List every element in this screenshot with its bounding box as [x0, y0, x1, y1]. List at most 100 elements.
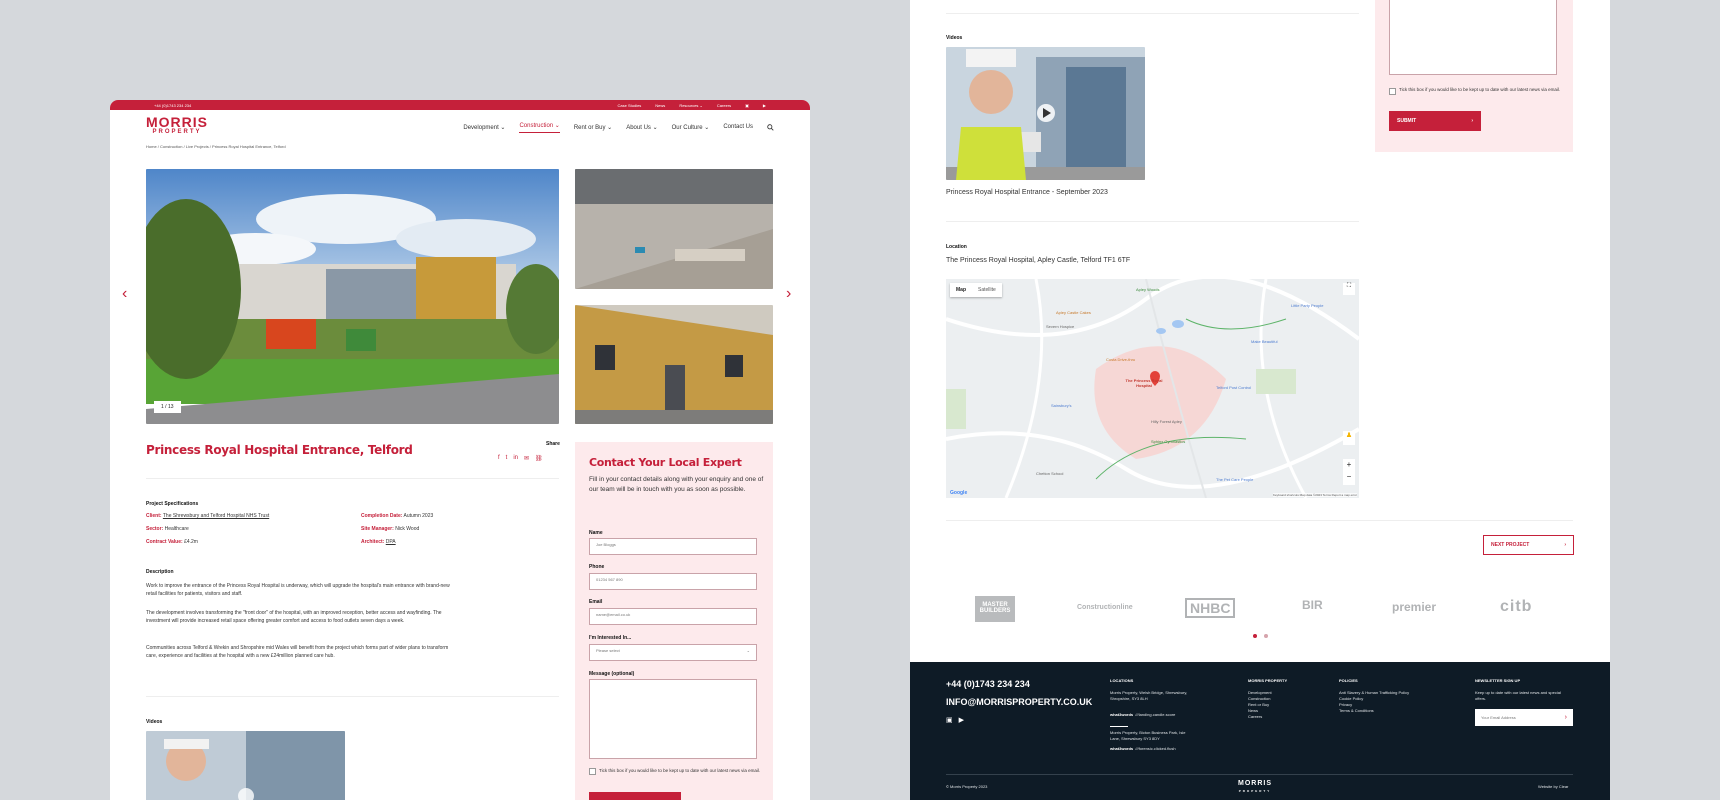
footer-logo[interactable]: MORRIS PROPERTY	[1238, 780, 1272, 795]
location-map[interactable]: Map Satellite The Princess Royal Hospita…	[946, 279, 1359, 498]
map-place: Severn Hospice	[1046, 324, 1075, 329]
spec-contract-value: Contract Value: £4.2m	[146, 539, 198, 545]
map-tab-satellite[interactable]: Satellite	[972, 283, 1002, 297]
divider	[1110, 726, 1128, 727]
nav-our-culture[interactable]: Our Culture ⌄	[672, 124, 710, 131]
location-heading: Location	[946, 244, 967, 250]
policies-heading: POLICIES	[1339, 678, 1358, 683]
videos-heading: Videos	[946, 35, 963, 41]
footer-email[interactable]: INFO@MORRISPROPERTY.CO.UK	[946, 696, 1092, 708]
footer-youtube-icon[interactable]: ▶	[959, 716, 964, 724]
email-icon[interactable]: ✉	[524, 455, 529, 462]
breadcrumb[interactable]: Home / Construction / Live Projects / Pr…	[110, 144, 810, 158]
project-page-top: +44 (0)1743 234 234 Case Studies News Re…	[110, 100, 810, 800]
phone-input[interactable]: 01234 567 890	[589, 573, 757, 590]
video-thumbnail[interactable]	[946, 47, 1145, 180]
description-p2: The development involves transforming th…	[146, 610, 442, 624]
site-footer: +44 (0)1743 234 234 INFO@MORRISPROPERTY.…	[910, 662, 1610, 800]
website-credit[interactable]: Website by Clear	[1538, 784, 1568, 790]
zoom-out-icon[interactable]: −	[1343, 471, 1355, 483]
newsletter-email-input[interactable]: Your Email Address ›	[1475, 709, 1573, 726]
newsletter-checkbox[interactable]	[1389, 88, 1396, 95]
gallery-next-icon[interactable]: ›	[786, 285, 791, 303]
top-link-careers[interactable]: Careers	[717, 103, 731, 108]
map-place: Make Beautiful	[1251, 339, 1278, 344]
partner-logo: premier	[1392, 600, 1437, 614]
map-pin-label: The Princess Royal Hospital	[1125, 378, 1163, 388]
chevron-right-icon: ›	[1471, 118, 1473, 124]
message-textarea[interactable]	[589, 679, 757, 759]
pegman-icon[interactable]: ♟	[1343, 431, 1355, 445]
morris-logo[interactable]: MORRIS PROPERTY	[146, 115, 208, 137]
fullscreen-icon[interactable]: ⛶	[1343, 283, 1355, 295]
form-intro: Fill in your contact details along with …	[589, 476, 764, 493]
project-title: Princess Royal Hospital Entrance, Telfor…	[146, 443, 413, 457]
policy-link[interactable]: Terms & Conditions	[1339, 708, 1374, 714]
specs-heading: Project Specifications	[146, 501, 199, 507]
nav-about-us[interactable]: About Us ⌄	[626, 124, 657, 131]
top-link-resources[interactable]: Resources ⌄	[679, 103, 703, 108]
gallery-main-image[interactable]: 1 / 13	[146, 169, 559, 424]
spec-architect: Architect: DPA	[361, 539, 396, 545]
form-title: Contact Your Local Expert	[589, 456, 742, 469]
contact-form-continued: Tick this box if you would like to be ke…	[1375, 0, 1573, 152]
linkedin-share-icon[interactable]: in	[513, 455, 518, 462]
what3words-1[interactable]: what3words ///landing.candle.score	[1110, 712, 1230, 718]
google-logo: Google	[950, 490, 968, 496]
map-tab-map[interactable]: Map	[950, 283, 972, 297]
submit-button[interactable]: SUBMIT ›	[1389, 111, 1481, 131]
facebook-icon[interactable]: f	[498, 455, 500, 462]
chevron-right-icon[interactable]: ›	[1565, 714, 1567, 721]
description-p3: Communities across Telford & Wrekin and …	[146, 645, 449, 659]
name-input[interactable]: Joe Bloggs	[589, 538, 757, 555]
top-link-news[interactable]: News	[655, 103, 665, 108]
next-project-button[interactable]: NEXT PROJECT ›	[1483, 535, 1574, 555]
email-label: Email	[589, 599, 603, 605]
divider	[946, 520, 1573, 521]
interest-select[interactable]: Please select ⌄	[589, 644, 757, 661]
map-place: Sphinx Gymnastics	[1151, 439, 1186, 444]
carousel-dot[interactable]	[1264, 634, 1268, 638]
gallery-thumb-interior[interactable]	[575, 169, 773, 289]
what3words-2[interactable]: what3words ///forensic.clicked.flush	[1110, 746, 1230, 752]
video-thumbnail[interactable]	[146, 731, 345, 800]
chevron-right-icon: ›	[1564, 542, 1566, 548]
top-phone[interactable]: +44 (0)1743 234 234	[154, 103, 618, 108]
video-caption[interactable]: Princess Royal Hospital Entrance - Septe…	[946, 189, 1108, 197]
nav-contact-us[interactable]: Contact Us	[723, 124, 753, 130]
link-icon[interactable]: ⛓	[535, 455, 543, 462]
map-place: Chetton School	[1036, 471, 1064, 476]
gallery-prev-icon[interactable]: ‹	[122, 285, 127, 303]
top-link-case-studies[interactable]: Case Studies	[618, 103, 642, 108]
map-footer[interactable]: Keyboard shortcuts Map data ©2023 Terms …	[1272, 493, 1357, 497]
locations-heading: LOCATIONS	[1110, 678, 1134, 683]
submit-button-partial[interactable]	[589, 792, 681, 800]
message-textarea[interactable]	[1389, 0, 1557, 75]
nav-rent-or-buy[interactable]: Rent or Buy ⌄	[574, 124, 612, 131]
youtube-icon[interactable]: ▶	[763, 103, 766, 108]
newsletter-heading: NEWSLETTER SIGN UP	[1475, 678, 1521, 683]
search-icon[interactable]	[767, 123, 774, 131]
linkedin-icon[interactable]: ▣	[745, 103, 749, 108]
email-input[interactable]: name@email.co.uk	[589, 608, 757, 625]
phone-label: Phone	[589, 564, 605, 570]
footer-link-careers[interactable]: Careers	[1248, 714, 1262, 720]
twitter-icon[interactable]: t	[506, 455, 508, 462]
zoom-in-icon[interactable]: +	[1343, 459, 1355, 471]
morris-property-heading: MORRIS PROPERTY	[1248, 678, 1288, 683]
spec-client: Client: The Shrewsbury and Telford Hospi…	[146, 513, 270, 519]
partner-logo: citb	[1500, 598, 1533, 615]
partner-logo: NHBC	[1185, 598, 1236, 618]
gallery-thumb-facade[interactable]	[575, 305, 773, 424]
divider	[146, 478, 559, 479]
message-label: Message (optional)	[589, 671, 635, 677]
nav-development[interactable]: Development ⌄	[463, 124, 505, 131]
nav-construction[interactable]: Construction ⌄	[519, 122, 560, 133]
footer-linkedin-icon[interactable]: ▣	[946, 716, 953, 724]
carousel-dot-active[interactable]	[1253, 634, 1257, 638]
spec-site-manager: Site Manager: Nick Wood	[361, 526, 420, 532]
footer-phone[interactable]: +44 (0)1743 234 234	[946, 678, 1030, 690]
map-place: Telford Post Control	[1216, 385, 1252, 390]
newsletter-checkbox[interactable]	[589, 768, 596, 775]
checkbox-text: Tick this box if you would like to be ke…	[1399, 87, 1561, 92]
